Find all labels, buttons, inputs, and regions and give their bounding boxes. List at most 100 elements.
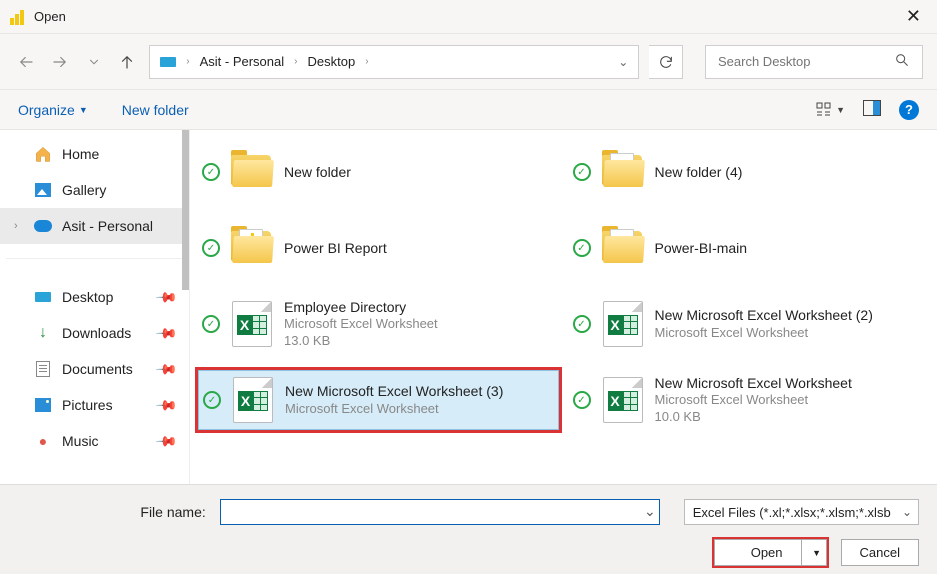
file-list: ✓ New folder ✓ New folder (4) ✓ Power BI… xyxy=(190,130,937,484)
folder-icon xyxy=(599,148,647,196)
file-name: Power BI Report xyxy=(284,239,387,257)
home-icon xyxy=(34,145,52,163)
powerbi-icon xyxy=(10,9,26,25)
chevron-down-icon: ▼ xyxy=(836,105,845,115)
open-split-dropdown[interactable]: ▼ xyxy=(808,548,826,558)
sidebar-label: Home xyxy=(62,146,99,162)
sidebar-label: Asit - Personal xyxy=(62,218,153,234)
pin-icon: 📌 xyxy=(154,285,178,309)
sidebar-item-home[interactable]: Home xyxy=(0,136,189,172)
address-dropdown-icon[interactable]: ⌄ xyxy=(618,55,628,69)
folder-item[interactable]: ✓ Power-BI-main xyxy=(569,218,930,278)
file-item[interactable]: ✓ X New Microsoft Excel Worksheet (2) Mi… xyxy=(569,294,930,354)
desktop-icon xyxy=(160,57,176,67)
desktop-icon xyxy=(34,288,52,306)
search-box[interactable] xyxy=(705,45,923,79)
sidebar-item-music[interactable]: ● Music 📌 xyxy=(0,423,189,459)
folder-item[interactable]: ✓ Power BI Report xyxy=(198,218,559,278)
up-button[interactable] xyxy=(115,50,139,74)
filename-field-wrap: ⌄ xyxy=(220,499,660,525)
search-icon xyxy=(894,52,910,71)
folder-icon xyxy=(599,224,647,272)
sync-status-icon: ✓ xyxy=(573,315,591,333)
back-button[interactable] xyxy=(14,50,38,74)
refresh-button[interactable] xyxy=(649,45,683,79)
sidebar-item-downloads[interactable]: ↓ Downloads 📌 xyxy=(0,315,189,351)
sidebar-item-gallery[interactable]: Gallery xyxy=(0,172,189,208)
file-size: 13.0 KB xyxy=(284,333,438,350)
file-name: New folder xyxy=(284,163,351,181)
search-input[interactable] xyxy=(718,54,894,69)
divider xyxy=(6,258,183,259)
file-type: Microsoft Excel Worksheet xyxy=(655,392,852,409)
sidebar-scrollbar[interactable] xyxy=(182,130,189,290)
pin-icon: 📌 xyxy=(154,429,178,453)
file-size: 10.0 KB xyxy=(655,409,852,426)
sync-status-icon: ✓ xyxy=(573,391,591,409)
breadcrumb-personal[interactable]: Asit - Personal xyxy=(200,54,285,69)
file-name: New Microsoft Excel Worksheet (2) xyxy=(655,306,873,324)
breadcrumb-desktop[interactable]: Desktop xyxy=(307,54,355,69)
bottom-bar: File name: ⌄ Excel Files (*.xl;*.xlsx;*.… xyxy=(0,484,937,574)
open-button-label: Open xyxy=(733,540,802,565)
sidebar-label: Gallery xyxy=(62,182,106,198)
folder-icon xyxy=(228,148,276,196)
file-name: New Microsoft Excel Worksheet (3) xyxy=(285,382,503,400)
filetype-select[interactable]: Excel Files (*.xl;*.xlsx;*.xlsm;*.xlsb ⌄ xyxy=(684,499,919,525)
file-name: New folder (4) xyxy=(655,163,743,181)
documents-icon xyxy=(34,360,52,378)
folder-item[interactable]: ✓ New folder xyxy=(198,142,559,202)
pin-icon: 📌 xyxy=(154,357,178,381)
sync-status-icon: ✓ xyxy=(202,315,220,333)
file-type: Microsoft Excel Worksheet xyxy=(285,401,503,418)
sidebar-label: Pictures xyxy=(62,397,113,413)
cancel-button[interactable]: Cancel xyxy=(841,539,919,566)
sidebar-item-pictures[interactable]: Pictures 📌 xyxy=(0,387,189,423)
view-options-button[interactable]: ▼ xyxy=(816,102,845,118)
titlebar: Open ✕ xyxy=(0,0,937,34)
preview-pane-button[interactable] xyxy=(863,100,881,119)
filename-dropdown-icon[interactable]: ⌄ xyxy=(644,503,656,520)
address-bar[interactable]: › Asit - Personal › Desktop › ⌄ xyxy=(149,45,639,79)
filename-input[interactable] xyxy=(220,499,660,525)
excel-file-icon: X xyxy=(229,376,277,424)
chevron-right-icon: › xyxy=(365,56,368,67)
organize-menu[interactable]: Organize ▼ xyxy=(18,102,88,118)
body-area: Home Gallery › Asit - Personal Desktop 📌 xyxy=(0,130,937,484)
sidebar-item-documents[interactable]: Documents 📌 xyxy=(0,351,189,387)
pin-icon: 📌 xyxy=(154,321,178,345)
file-item[interactable]: ✓ X Employee Directory Microsoft Excel W… xyxy=(198,294,559,354)
file-type: Microsoft Excel Worksheet xyxy=(655,325,873,342)
sync-status-icon: ✓ xyxy=(202,163,220,181)
folder-icon xyxy=(228,224,276,272)
sync-status-icon: ✓ xyxy=(573,239,591,257)
chevron-down-icon: ⌄ xyxy=(902,505,912,519)
pin-icon: 📌 xyxy=(154,393,178,417)
window-title: Open xyxy=(34,9,66,24)
file-name: New Microsoft Excel Worksheet xyxy=(655,374,852,392)
file-item-selected[interactable]: ✓ X New Microsoft Excel Worksheet (3) Mi… xyxy=(198,370,559,430)
open-button[interactable]: Open ▼ xyxy=(714,539,827,566)
filename-label: File name: xyxy=(18,504,212,520)
sidebar: Home Gallery › Asit - Personal Desktop 📌 xyxy=(0,130,190,484)
sync-status-icon: ✓ xyxy=(573,163,591,181)
sidebar-label: Music xyxy=(62,433,99,449)
sidebar-item-personal[interactable]: › Asit - Personal xyxy=(0,208,189,244)
help-button[interactable]: ? xyxy=(899,100,919,120)
chevron-right-icon: › xyxy=(294,56,297,67)
toolbar: Organize ▼ New folder ▼ ? xyxy=(0,90,937,130)
folder-item[interactable]: ✓ New folder (4) xyxy=(569,142,930,202)
forward-button[interactable] xyxy=(48,50,72,74)
sync-status-icon: ✓ xyxy=(202,239,220,257)
file-item[interactable]: ✓ X New Microsoft Excel Worksheet Micros… xyxy=(569,370,930,430)
chevron-down-icon: ▼ xyxy=(79,105,88,115)
new-folder-button[interactable]: New folder xyxy=(122,102,189,118)
sidebar-label: Downloads xyxy=(62,325,131,341)
recent-dropdown[interactable] xyxy=(82,50,106,74)
nav-row: › Asit - Personal › Desktop › ⌄ xyxy=(0,34,937,90)
filetype-value: Excel Files (*.xl;*.xlsx;*.xlsm;*.xlsb xyxy=(693,505,891,520)
sync-status-icon: ✓ xyxy=(203,391,221,409)
close-button[interactable]: ✕ xyxy=(900,6,927,27)
sidebar-label: Documents xyxy=(62,361,133,377)
sidebar-item-desktop[interactable]: Desktop 📌 xyxy=(0,279,189,315)
